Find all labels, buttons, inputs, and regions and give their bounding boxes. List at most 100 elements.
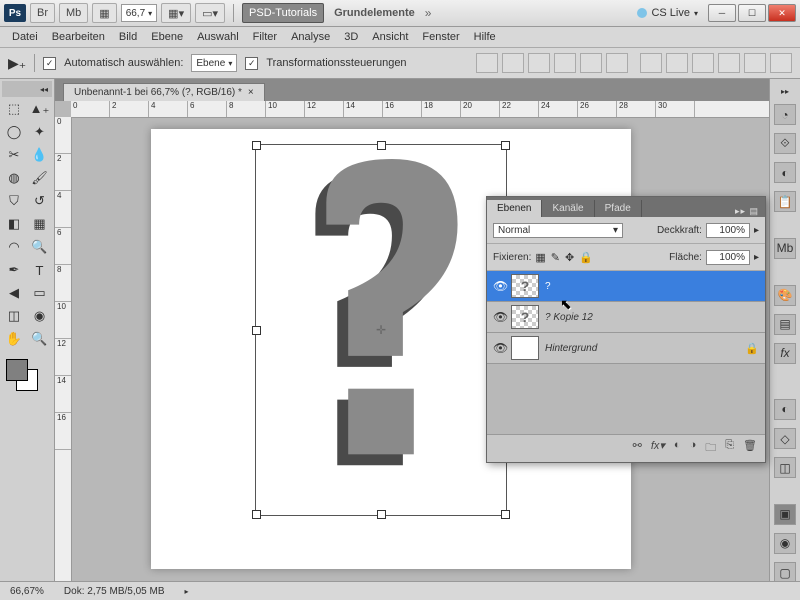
history-brush-tool[interactable]: ↺ — [28, 190, 52, 212]
status-docsize[interactable]: Dok: 2,75 MB/5,05 MB — [64, 586, 165, 597]
lock-position-icon[interactable]: ✥ — [565, 251, 574, 264]
workspace-a-button[interactable]: PSD-Tutorials — [242, 3, 324, 23]
dock-adjust-icon[interactable]: ⟐ — [774, 133, 796, 154]
layer-row[interactable]: 👁 ? ? Kopie 12 — [487, 302, 765, 333]
cslive-button[interactable]: CS Live — [651, 7, 690, 19]
dodge-tool[interactable]: 🔍 — [28, 236, 52, 258]
dock-collapse-icon[interactable]: ▸▸ — [781, 87, 789, 96]
link-layers-icon[interactable]: ⚯ — [633, 439, 642, 458]
handle-tr[interactable] — [501, 141, 510, 150]
brush-tool[interactable]: 🖌 — [28, 167, 52, 189]
menu-datei[interactable]: Datei — [12, 31, 38, 43]
handle-ml[interactable] — [252, 326, 261, 335]
more-workspaces-icon[interactable]: » — [425, 6, 432, 20]
autoselect-checkbox[interactable]: ✓ — [43, 57, 56, 70]
menu-auswahl[interactable]: Auswahl — [197, 31, 239, 43]
lock-image-icon[interactable]: ✎ — [551, 251, 560, 264]
essentials-button[interactable]: ▦ — [92, 3, 116, 23]
close-button[interactable]: ✕ — [768, 4, 796, 22]
adjustment-icon[interactable]: ◑ — [690, 439, 697, 458]
align-1-button[interactable] — [476, 53, 498, 73]
stamp-tool[interactable]: ⛉ — [2, 190, 26, 212]
dist-2-button[interactable] — [666, 53, 688, 73]
dock-nav-icon[interactable]: ◐ — [774, 399, 796, 420]
menu-3d[interactable]: 3D — [344, 31, 358, 43]
new-layer-icon[interactable]: ⎘ — [725, 439, 734, 458]
menu-ansicht[interactable]: Ansicht — [372, 31, 408, 43]
dock-actions-icon[interactable]: ▢ — [774, 562, 796, 583]
hand-tool[interactable]: ✋ — [2, 328, 26, 350]
menu-fenster[interactable]: Fenster — [422, 31, 459, 43]
toolbox-collapse-icon[interactable]: ◂◂ — [2, 81, 52, 97]
menu-filter[interactable]: Filter — [253, 31, 277, 43]
minibridge-button[interactable]: Mb — [59, 3, 88, 23]
shape-tool[interactable]: ▭ — [28, 282, 52, 304]
align-4-button[interactable] — [554, 53, 576, 73]
handle-bm[interactable] — [377, 510, 386, 519]
wand-tool[interactable]: ✦ — [28, 121, 52, 143]
menu-hilfe[interactable]: Hilfe — [474, 31, 496, 43]
dock-comps-icon[interactable]: ◉ — [774, 533, 796, 554]
pen-tool[interactable]: ✒ — [2, 259, 26, 281]
dock-channels-icon[interactable]: ◇ — [774, 428, 796, 449]
heal-tool[interactable]: ◍ — [2, 167, 26, 189]
align-2-button[interactable] — [502, 53, 524, 73]
handle-br[interactable] — [501, 510, 510, 519]
visibility-icon[interactable]: 👁 — [493, 341, 505, 355]
bridge-button[interactable]: Br — [30, 3, 55, 23]
tab-close-icon[interactable]: × — [248, 87, 254, 98]
move-tool[interactable]: ▲₊ — [28, 98, 52, 120]
status-zoom[interactable]: 66,67% — [10, 586, 44, 597]
lasso-tool[interactable]: ◯ — [2, 121, 26, 143]
layer-row[interactable]: 👁 Hintergrund 🔒 — [487, 333, 765, 364]
group-icon[interactable]: 🗀 — [705, 439, 716, 458]
dock-layers-icon[interactable]: ▣ — [774, 504, 796, 525]
dock-paths-icon[interactable]: ◫ — [774, 457, 796, 478]
eraser-tool[interactable]: ◧ — [2, 213, 26, 235]
layer-thumbnail[interactable]: ? — [511, 274, 539, 298]
color-swatches[interactable] — [2, 357, 52, 389]
marquee-tool[interactable]: ⬚ — [2, 98, 26, 120]
tab-pfade[interactable]: Pfade — [595, 200, 642, 217]
layer-name[interactable]: ? — [545, 281, 551, 292]
type-tool[interactable]: T — [28, 259, 52, 281]
align-5-button[interactable] — [580, 53, 602, 73]
crop-tool[interactable]: ✂ — [2, 144, 26, 166]
fill-slider-icon[interactable]: ▸ — [754, 252, 759, 263]
document-tab[interactable]: Unbenannt-1 bei 66,7% (?, RGB/16) *× — [63, 83, 265, 101]
dist-1-button[interactable] — [640, 53, 662, 73]
3d-tool[interactable]: ◫ — [2, 305, 26, 327]
tab-ebenen[interactable]: Ebenen — [487, 200, 542, 217]
dist-5-button[interactable] — [744, 53, 766, 73]
dock-color-icon[interactable]: ◔ — [774, 104, 796, 125]
handle-bl[interactable] — [252, 510, 261, 519]
fill-input[interactable]: 100% — [706, 250, 750, 265]
mask-icon[interactable]: ◐ — [674, 439, 681, 458]
transform-checkbox[interactable]: ✓ — [245, 57, 258, 70]
visibility-icon[interactable]: 👁 — [493, 279, 505, 293]
visibility-icon[interactable]: 👁 — [493, 310, 505, 324]
dock-mb-icon[interactable]: Mb — [774, 238, 796, 259]
transform-center-icon[interactable]: ✛ — [376, 323, 386, 337]
lock-transparent-icon[interactable]: ▦ — [535, 251, 545, 264]
zoom-select[interactable]: 66,7 — [121, 4, 157, 22]
dock-fx-icon[interactable]: fx — [774, 343, 796, 364]
autoselect-target-select[interactable]: Ebene — [191, 54, 237, 72]
dist-6-button[interactable] — [770, 53, 792, 73]
layer-name[interactable]: Hintergrund — [545, 343, 597, 354]
handle-tl[interactable] — [252, 141, 261, 150]
layer-thumbnail[interactable]: ? — [511, 305, 539, 329]
minimize-button[interactable]: ─ — [708, 4, 736, 22]
align-6-button[interactable] — [606, 53, 628, 73]
eyedropper-tool[interactable]: 💧 — [28, 144, 52, 166]
fx-icon[interactable]: fx▾ — [651, 439, 665, 458]
layer-thumbnail[interactable] — [511, 336, 539, 360]
delete-layer-icon[interactable]: 🗑 — [743, 439, 757, 458]
layer-name[interactable]: ? Kopie 12 — [545, 312, 593, 323]
foreground-color-swatch[interactable] — [6, 359, 28, 381]
workspace-b-button[interactable]: Grundelemente — [328, 4, 421, 22]
arrange-button[interactable]: ▦▾ — [161, 3, 191, 23]
transform-bounding-box[interactable]: ✛ — [255, 144, 507, 516]
3d-cam-tool[interactable]: ◉ — [28, 305, 52, 327]
dist-3-button[interactable] — [692, 53, 714, 73]
